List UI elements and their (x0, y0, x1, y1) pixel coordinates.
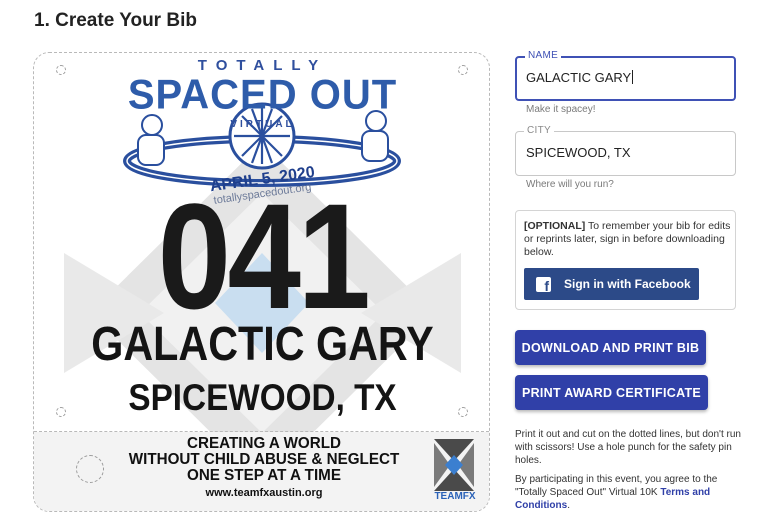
slogan-line: ONE STEP AT A TIME (187, 467, 341, 484)
page-title: 1. Create Your Bib (34, 10, 197, 31)
bib-website: www.teamfxaustin.org (205, 487, 323, 499)
city-input[interactable]: SPICEWOOD, TX (526, 145, 631, 160)
city-field-label: CITY (524, 125, 554, 136)
print-award-certificate-button[interactable]: PRINT AWARD CERTIFICATE (515, 375, 708, 410)
print-instructions: Print it out and cut on the dotted lines… (515, 429, 741, 466)
name-field[interactable]: NAME GALACTIC GARY (515, 50, 736, 101)
city-helper-text: Where will you run? (526, 179, 614, 190)
facebook-signin-label: Sign in with Facebook (564, 277, 691, 291)
cut-line (34, 431, 489, 432)
name-field-label: NAME (525, 50, 562, 61)
facebook-icon: f (536, 276, 551, 293)
bib-preview: TOTALLY SPACED OUT VIRTUAL 041 APRIL 5, … (33, 52, 490, 512)
bib-runner-name: GALACTIC GARY (91, 318, 434, 371)
slogan-line: WITHOUT CHILD ABUSE & NEGLECT (128, 451, 400, 468)
teamfx-logo-label: TEAMFX (434, 491, 476, 502)
agreement-text: By participating in this event, you agre… (515, 474, 718, 511)
bib-slogan: CREATING A WORLD WITHOUT CHILD ABUSE & N… (94, 436, 434, 484)
logo-virtual-text: VIRTUAL (230, 119, 295, 130)
logo-spaced-out-text: SPACED OUT (127, 71, 398, 119)
signin-description: [OPTIONAL] To remember your bib for edit… (524, 220, 731, 258)
city-field[interactable]: CITY SPICEWOOD, TX (515, 125, 736, 176)
bib-runner-city: SPICEWOOD, TX (128, 377, 397, 418)
name-input[interactable]: GALACTIC GARY (526, 70, 634, 85)
facebook-signin-button[interactable]: f Sign in with Facebook (524, 268, 699, 300)
signin-panel: [OPTIONAL] To remember your bib for edit… (515, 210, 736, 310)
download-print-bib-button[interactable]: DOWNLOAD AND PRINT BIB (515, 330, 706, 365)
slogan-line: CREATING A WORLD (187, 435, 341, 452)
teamfx-logo-icon (434, 439, 474, 491)
name-helper-text: Make it spacey! (526, 104, 596, 115)
